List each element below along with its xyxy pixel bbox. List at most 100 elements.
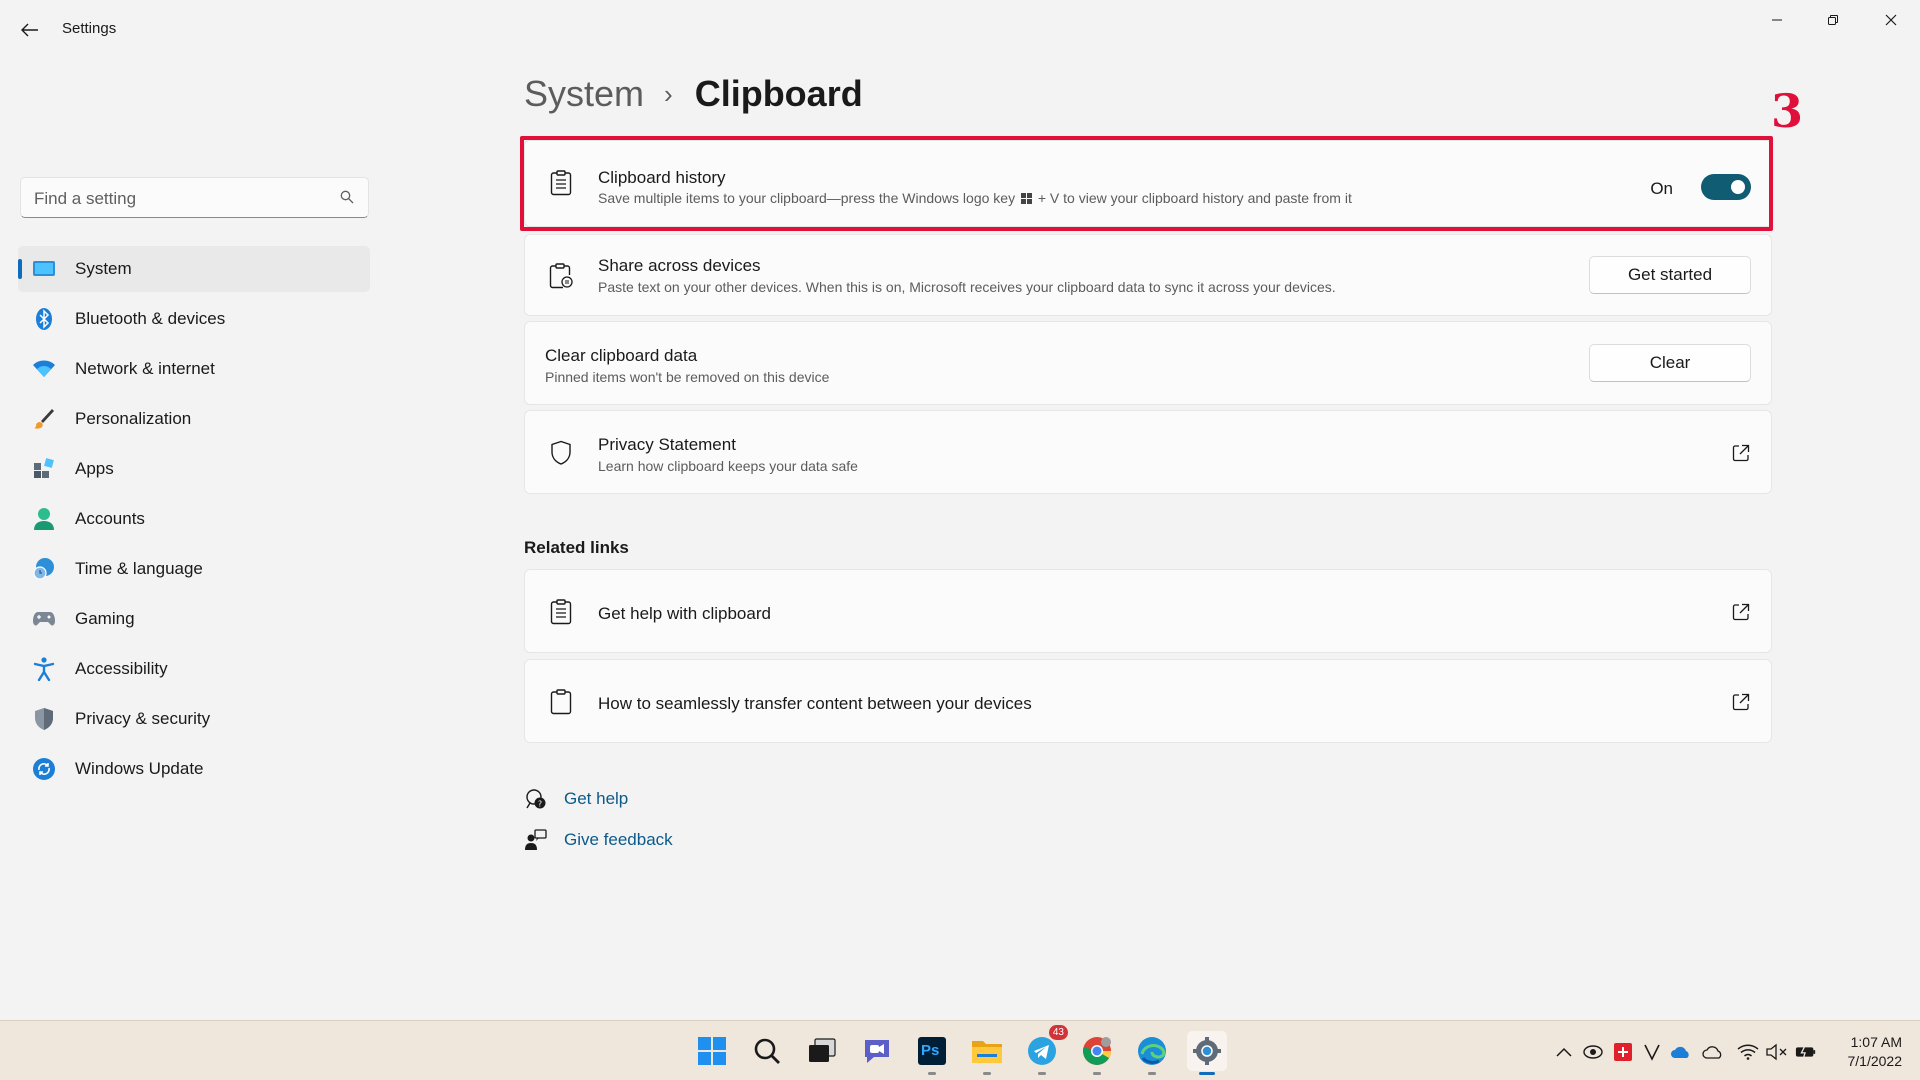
onedrive-personal-button[interactable] [1702,1041,1724,1063]
sidebar-item-accessibility[interactable]: Accessibility [18,646,370,692]
minimize-icon [1772,19,1782,21]
edge-icon [1138,1037,1166,1065]
file-explorer-button[interactable] [967,1031,1007,1075]
shield-outline-icon [547,439,575,467]
sidebar-item-bluetooth[interactable]: Bluetooth & devices [18,296,370,342]
get-help-link[interactable]: ? Get help [524,785,628,813]
telegram-icon [1028,1037,1056,1065]
restore-icon [1828,15,1838,25]
sidebar-item-system[interactable]: System [18,246,370,292]
search-input[interactable]: Find a setting [20,177,369,218]
task-view-button[interactable] [802,1031,842,1071]
telegram-button[interactable]: 43 [1022,1025,1068,1075]
notification-badge: 43 [1048,1025,1068,1040]
onedrive-icon [1671,1046,1689,1058]
teams-chat-button[interactable] [857,1031,897,1071]
give-feedback-label: Give feedback [564,830,673,849]
volume-button[interactable] [1766,1041,1788,1063]
taskbar-clock[interactable]: 1:07 AM 7/1/2022 [1848,1033,1903,1071]
clipboard-sync-icon [547,262,575,290]
back-button[interactable] [18,18,42,42]
feedback-icon [524,828,548,852]
apps-icon [32,457,56,481]
external-link-icon [1732,603,1750,621]
brush-icon [32,407,56,431]
sidebar-item-label: Gaming [75,609,135,628]
share-subtitle: Paste text on your other devices. When t… [598,279,1336,295]
chevron-up-icon [1556,1047,1572,1057]
taskbar: Ps 43 1:07 AM 7/1/2022 [0,1020,1920,1080]
person-icon [32,507,56,531]
give-feedback-link[interactable]: Give feedback [524,826,673,854]
search-icon [754,1038,780,1064]
app-title: Settings [62,20,117,37]
chrome-button[interactable] [1077,1031,1117,1075]
accessibility-icon [32,657,56,681]
start-button[interactable] [692,1031,732,1071]
sidebar-item-network[interactable]: Network & internet [18,346,370,392]
breadcrumb: System › Clipboard [524,70,863,118]
privacy-statement-card[interactable]: Privacy Statement Learn how clipboard ke… [524,410,1772,494]
task-view-icon [809,1038,836,1062]
taskbar-search-button[interactable] [747,1031,787,1071]
sidebar-item-windows-update[interactable]: Windows Update [18,746,370,792]
external-link-icon [1732,444,1750,462]
wifi-icon [32,357,56,381]
help-chat-icon: ? [524,787,548,811]
battery-charging-icon [1795,1045,1816,1059]
related-link-transfer-content[interactable]: How to seamlessly transfer content betwe… [524,659,1772,743]
clear-title: Clear clipboard data [545,346,698,365]
sidebar-item-accounts[interactable]: Accounts [18,496,370,542]
share-title: Share across devices [598,256,761,275]
sidebar-item-time-language[interactable]: Time & language [18,546,370,592]
chrome-icon [1083,1037,1111,1065]
close-button[interactable] [1868,8,1914,32]
clipboard-list-icon [547,598,575,626]
minimize-button[interactable] [1754,8,1800,32]
network-button[interactable] [1737,1041,1759,1063]
sidebar-item-gaming[interactable]: Gaming [18,596,370,642]
get-started-button[interactable]: Get started [1589,256,1751,294]
breadcrumb-chevron-icon: › [664,78,673,109]
clear-subtitle: Pinned items won't be removed on this de… [545,369,830,385]
restore-button[interactable] [1810,8,1856,32]
onedrive-button[interactable] [1670,1041,1692,1063]
clipboard-icon [547,688,575,716]
show-hidden-icons-button[interactable] [1553,1041,1575,1063]
tray-app-1[interactable] [1582,1041,1604,1063]
privacy-subtitle: Learn how clipboard keeps your data safe [598,458,858,474]
sidebar-item-privacy-security[interactable]: Privacy & security [18,696,370,742]
sidebar-item-personalization[interactable]: Personalization [18,396,370,442]
tray-app-2[interactable] [1612,1041,1634,1063]
related-link-help-clipboard[interactable]: Get help with clipboard [524,569,1772,653]
cloud-outline-icon [1702,1046,1722,1059]
v-app-icon [1644,1044,1660,1061]
red-app-icon [1614,1043,1632,1061]
photoshop-button[interactable]: Ps [912,1031,952,1075]
related-links-heading: Related links [524,538,629,557]
back-arrow-icon [21,23,38,37]
clear-button[interactable]: Clear [1589,344,1751,382]
clock-time: 1:07 AM [1850,1034,1902,1050]
battery-button[interactable] [1795,1041,1817,1063]
clear-clipboard-card: Clear clipboard data Pinned items won't … [524,321,1772,405]
sidebar-item-apps[interactable]: Apps [18,446,370,492]
running-indicator [1038,1072,1046,1075]
file-explorer-icon [972,1041,1002,1063]
sidebar-item-label: Personalization [75,409,192,428]
sidebar-item-label: Time & language [75,559,203,578]
running-indicator [928,1072,936,1075]
running-indicator [1093,1072,1101,1075]
search-placeholder: Find a setting [34,189,137,208]
cloud-link-icon [1583,1045,1603,1059]
edge-button[interactable] [1132,1031,1172,1075]
wifi-icon [1737,1044,1759,1060]
chat-icon [865,1040,889,1063]
bluetooth-icon [32,307,56,331]
related-link-label: Get help with clipboard [598,604,771,623]
clock-date: 7/1/2022 [1847,1053,1903,1069]
breadcrumb-parent-link[interactable]: System [524,73,644,115]
settings-icon [1193,1037,1221,1065]
settings-button[interactable] [1187,1031,1227,1075]
tray-app-3[interactable] [1641,1041,1663,1063]
